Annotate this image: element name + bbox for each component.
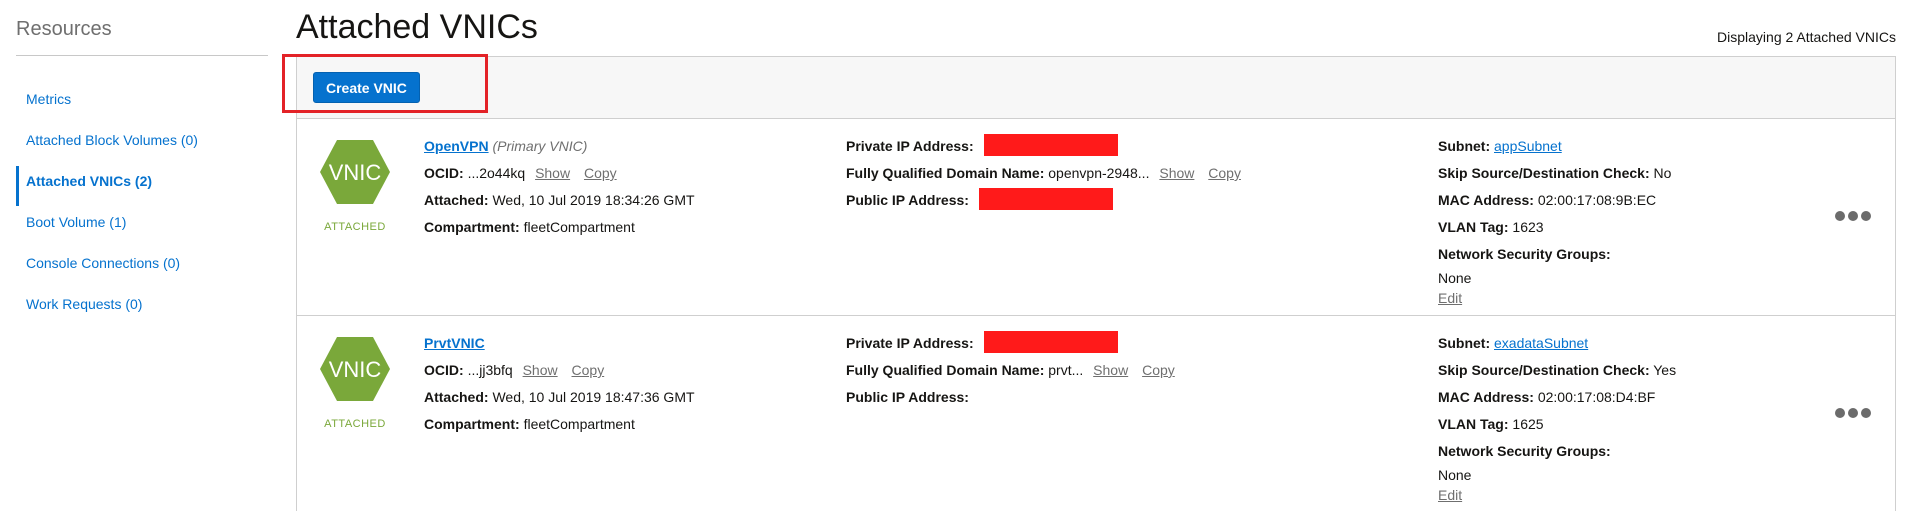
compartment-value: fleetCompartment — [523, 219, 635, 235]
mac-value: 02:00:17:08:D4:BF — [1537, 389, 1656, 405]
public-ip-label: Public IP Address: — [846, 389, 969, 405]
skip-check-label: Skip Source/Destination Check: — [1438, 165, 1650, 181]
ocid-copy-link[interactable]: Copy — [584, 165, 617, 181]
nsg-edit-link[interactable]: Edit — [1438, 485, 1676, 505]
actions-menu-icon[interactable] — [1835, 404, 1871, 422]
subnet-link[interactable]: exadataSubnet — [1494, 335, 1588, 351]
vlan-label: VLAN Tag: — [1438, 416, 1509, 432]
mac-label: MAC Address: — [1438, 389, 1534, 405]
fqdn-value: prvt... — [1048, 362, 1084, 378]
annotation-highlight-box — [282, 54, 488, 113]
vlan-value: 1623 — [1512, 219, 1544, 235]
nsg-label: Network Security Groups: — [1438, 246, 1611, 262]
ocid-value: ...jj3bfq — [467, 362, 513, 378]
vnic-name-link[interactable]: OpenVPN — [424, 138, 489, 154]
skip-check-value: No — [1653, 165, 1672, 181]
ocid-show-link[interactable]: Show — [523, 362, 558, 378]
page-title: Attached VNICs — [296, 8, 538, 46]
private-ip-redaction — [983, 134, 1118, 157]
display-count: Displaying 2 Attached VNICs — [1717, 29, 1896, 45]
vnic-ip-info: Private IP Address: Fully Qualified Doma… — [846, 330, 1175, 411]
vnic-name-link[interactable]: PrvtVNIC — [424, 335, 485, 351]
vlan-label: VLAN Tag: — [1438, 219, 1509, 235]
nsg-value: None — [1438, 467, 1472, 483]
compartment-value: fleetCompartment — [523, 416, 635, 432]
sidebar-item-attached-block-volumes[interactable]: Attached Block Volumes (0) — [16, 119, 268, 160]
ocid-copy-link[interactable]: Copy — [572, 362, 605, 378]
svg-text:VNIC: VNIC — [329, 357, 382, 382]
vlan-value: 1625 — [1512, 416, 1544, 432]
actions-menu-icon[interactable] — [1835, 207, 1871, 225]
resources-title: Resources — [16, 18, 112, 40]
attached-value: Wed, 10 Jul 2019 18:47:36 GMT — [492, 389, 695, 405]
mac-label: MAC Address: — [1438, 192, 1534, 208]
subnet-label: Subnet: — [1438, 335, 1491, 351]
fqdn-copy-link[interactable]: Copy — [1142, 362, 1175, 378]
private-ip-label: Private IP Address: — [846, 335, 974, 351]
sidebar-item-boot-volume[interactable]: Boot Volume (1) — [16, 201, 268, 242]
vnic-status-icon-group: VNIC ATTACHED — [317, 139, 393, 233]
private-ip-redaction — [983, 331, 1118, 354]
subnet-label: Subnet: — [1438, 138, 1491, 154]
attached-label: Attached: — [424, 192, 489, 208]
svg-text:VNIC: VNIC — [329, 160, 382, 185]
fqdn-label: Fully Qualified Domain Name: — [846, 362, 1045, 378]
sidebar-item-console-connections[interactable]: Console Connections (0) — [16, 242, 268, 283]
attached-label: Attached: — [424, 389, 489, 405]
fqdn-show-link[interactable]: Show — [1159, 165, 1194, 181]
compartment-label: Compartment: — [424, 416, 520, 432]
status-badge: ATTACHED — [324, 418, 386, 430]
fqdn-show-link[interactable]: Show — [1093, 362, 1128, 378]
vnic-ip-info: Private IP Address: Fully Qualified Doma… — [846, 133, 1241, 214]
ocid-label: OCID: — [424, 165, 464, 181]
vnic-network-info: Subnet: exadataSubnet Skip Source/Destin… — [1438, 330, 1676, 505]
toolbar: Create VNIC — [297, 57, 1895, 119]
fqdn-value: openvpn-2948... — [1048, 165, 1150, 181]
mac-value: 02:00:17:08:9B:EC — [1537, 192, 1657, 208]
vnic-row: VNIC ATTACHED OpenVPN (Primary VNIC) OCI… — [297, 119, 1895, 316]
attached-value: Wed, 10 Jul 2019 18:34:26 GMT — [492, 192, 695, 208]
ocid-value: ...2o44kq — [467, 165, 526, 181]
public-ip-label: Public IP Address: — [846, 192, 969, 208]
fqdn-copy-link[interactable]: Copy — [1208, 165, 1241, 181]
sidebar-item-work-requests[interactable]: Work Requests (0) — [16, 283, 268, 324]
sidebar-item-metrics[interactable]: Metrics — [16, 78, 268, 119]
primary-vnic-tag: (Primary VNIC) — [492, 138, 588, 154]
vnic-general-info: OpenVPN (Primary VNIC) OCID: ...2o44kq S… — [424, 133, 695, 241]
fqdn-label: Fully Qualified Domain Name: — [846, 165, 1045, 181]
vnic-row: VNIC ATTACHED PrvtVNIC OCID: ...jj3bfq S… — [297, 316, 1895, 511]
vnic-list-panel: Create VNIC VNIC ATTACHED OpenVPN (Prima… — [296, 56, 1896, 511]
public-ip-redaction — [978, 188, 1113, 211]
status-badge: ATTACHED — [324, 221, 386, 233]
nsg-value: None — [1438, 270, 1472, 286]
ocid-show-link[interactable]: Show — [535, 165, 570, 181]
vnic-general-info: PrvtVNIC OCID: ...jj3bfq Show Copy Attac… — [424, 330, 695, 438]
compartment-label: Compartment: — [424, 219, 520, 235]
resources-nav: Metrics Attached Block Volumes (0) Attac… — [16, 78, 268, 324]
private-ip-label: Private IP Address: — [846, 138, 974, 154]
vnic-hexagon-icon: VNIC — [320, 140, 390, 204]
subnet-link[interactable]: appSubnet — [1494, 138, 1562, 154]
nsg-edit-link[interactable]: Edit — [1438, 288, 1671, 308]
resources-sidebar: Resources Metrics Attached Block Volumes… — [0, 0, 268, 511]
vnic-hexagon-icon: VNIC — [320, 337, 390, 401]
skip-check-value: Yes — [1653, 362, 1677, 378]
sidebar-item-attached-vnics[interactable]: Attached VNICs (2) — [16, 160, 268, 206]
nsg-label: Network Security Groups: — [1438, 443, 1611, 459]
vnic-status-icon-group: VNIC ATTACHED — [317, 336, 393, 430]
skip-check-label: Skip Source/Destination Check: — [1438, 362, 1650, 378]
vnic-network-info: Subnet: appSubnet Skip Source/Destinatio… — [1438, 133, 1671, 308]
sidebar-divider — [16, 55, 268, 56]
ocid-label: OCID: — [424, 362, 464, 378]
